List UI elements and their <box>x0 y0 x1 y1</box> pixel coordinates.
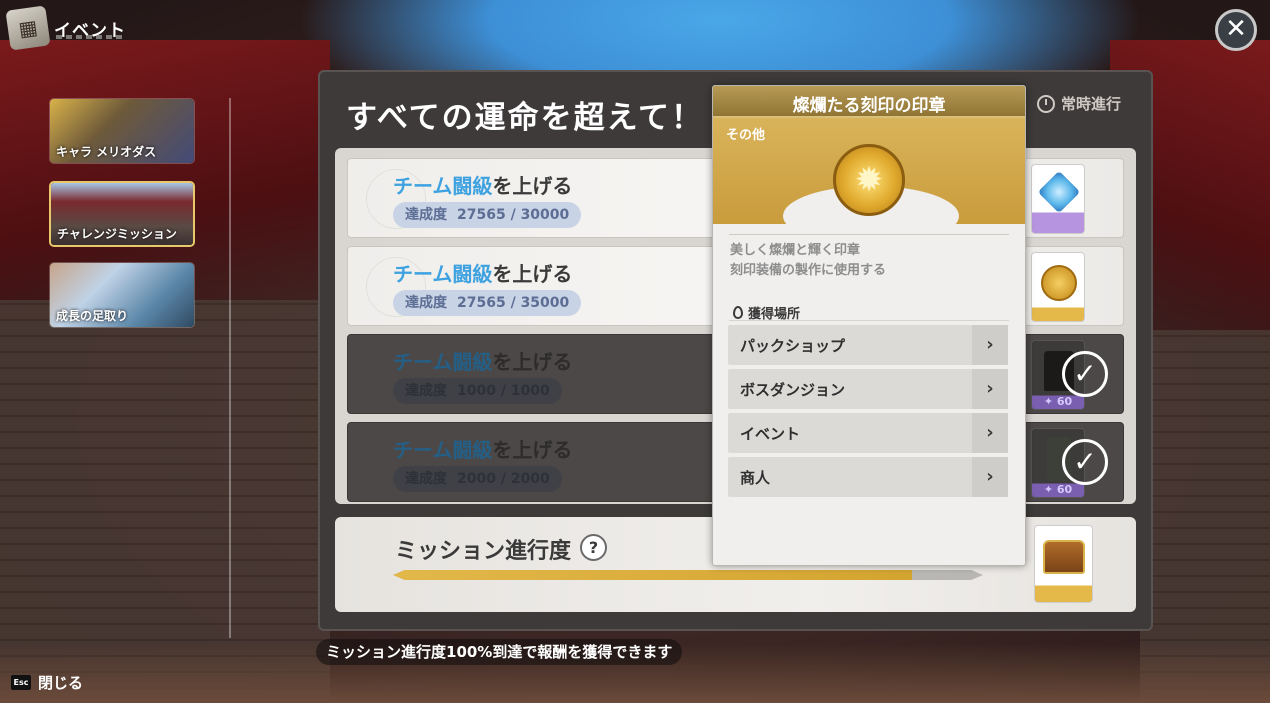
tab-character-meliodas[interactable]: キャラ メリオダス <box>49 98 195 164</box>
progress-value: 27565 / 30000 <box>457 207 570 223</box>
source-label: イベント <box>740 425 801 443</box>
reward-card[interactable] <box>1031 164 1085 234</box>
description-line: 刻印装備の製作に使用する <box>730 263 887 278</box>
seal-coin-icon <box>1041 265 1077 301</box>
chevron-right-icon: › <box>972 369 1008 409</box>
seal-coin-icon: ✹ <box>833 144 905 216</box>
tooltip-description: 美しく燦爛と輝く印章 刻印装備の製作に使用する <box>730 241 886 281</box>
mission-progress-pill: 達成度 2000 / 2000 <box>393 466 562 492</box>
tooltip-category: その他 <box>726 128 766 143</box>
reward-chest-card[interactable] <box>1034 525 1093 603</box>
source-event[interactable]: イベント › <box>728 413 1008 453</box>
esc-key-icon: Esc <box>11 675 31 690</box>
mission-title: チーム闘級を上げる <box>393 434 572 463</box>
close-button[interactable]: ✕ <box>1215 9 1257 51</box>
mission-progress-pill: 達成度 27565 / 30000 <box>393 202 582 228</box>
help-button[interactable]: ? <box>580 534 607 561</box>
tooltip-header: 燦爛たる刻印の印章 <box>713 86 1025 118</box>
divider <box>729 234 1009 235</box>
source-pack-shop[interactable]: パックショップ › <box>728 325 1008 365</box>
screen-subtitle-decoration <box>56 35 126 39</box>
progress-value: 27565 / 35000 <box>457 295 570 311</box>
screen-header: ▦ イベント <box>5 5 126 51</box>
mission-progress-pill: 達成度 1000 / 1000 <box>393 378 562 404</box>
description-line: 美しく燦爛と輝く印章 <box>730 243 861 258</box>
mission-title: チーム闘級を上げる <box>393 170 572 199</box>
mission-title-highlight: チーム闘級 <box>393 438 493 462</box>
source-boss-dungeon[interactable]: ボスダンジョン › <box>728 369 1008 409</box>
chevron-right-icon: › <box>972 413 1008 453</box>
reward-card[interactable] <box>1031 252 1085 322</box>
progress-label: 達成度 <box>405 383 447 399</box>
panel-title: すべての運命を超えて！ <box>346 100 705 136</box>
source-label: 商人 <box>740 469 771 487</box>
mission-progress-fill <box>393 570 913 580</box>
mission-progress-bar <box>393 570 983 580</box>
chevron-right-icon: › <box>972 457 1008 497</box>
source-label: ボスダンジョン <box>740 381 846 399</box>
reward-plus-value: ✦ 60 <box>1043 483 1073 496</box>
progress-label: 達成度 <box>405 207 447 223</box>
mission-title-highlight: チーム闘級 <box>393 350 493 374</box>
tab-divider-line <box>229 98 231 638</box>
always-active-text: 常時進行 <box>1061 95 1122 113</box>
tab-label: 成長の足取り <box>56 309 129 323</box>
mission-title-highlight: チーム闘級 <box>393 174 493 198</box>
mission-progress-title: ミッション進行度 <box>395 539 572 564</box>
tab-growth-footsteps[interactable]: 成長の足取り <box>49 262 195 328</box>
treasure-chest-icon <box>1043 540 1085 574</box>
mission-progress-pill: 達成度 27565 / 35000 <box>393 290 582 316</box>
mission-title-highlight: チーム闘級 <box>393 262 493 286</box>
event-icon: ▦ <box>5 5 51 51</box>
source-merchant[interactable]: 商人 › <box>728 457 1008 497</box>
checkmark-icon: ✓ <box>1062 439 1108 485</box>
always-active-label: 常時進行 <box>1037 93 1121 114</box>
close-label[interactable]: 閉じる <box>38 672 83 693</box>
mission-title-rest: を上げる <box>492 262 573 286</box>
location-pin-icon <box>733 306 743 319</box>
progress-value: 1000 / 1000 <box>457 383 550 399</box>
reward-hint: ミッション進行度100%到達で報酬を獲得できます <box>316 639 683 665</box>
tab-label: チャレンジミッション <box>57 227 177 241</box>
mission-title: チーム闘級を上げる <box>393 346 572 375</box>
progress-label: 達成度 <box>405 295 447 311</box>
progress-value: 2000 / 2000 <box>457 471 550 487</box>
reward-plus-value: ✦ 60 <box>1043 395 1073 408</box>
divider <box>729 320 1009 321</box>
stopwatch-icon <box>1037 94 1055 113</box>
mission-title-rest: を上げる <box>492 174 573 198</box>
tooltip-title: 燦爛たる刻印の印章 <box>792 96 946 116</box>
mission-title-rest: を上げる <box>492 350 573 374</box>
tab-label: キャラ メリオダス <box>56 145 157 159</box>
gem-icon <box>1037 170 1081 214</box>
checkmark-icon: ✓ <box>1062 351 1108 397</box>
progress-label: 達成度 <box>405 471 447 487</box>
tab-challenge-mission[interactable]: チャレンジミッション <box>49 181 195 247</box>
source-label: パックショップ <box>740 337 846 355</box>
mission-title-rest: を上げる <box>492 438 573 462</box>
mission-title: チーム闘級を上げる <box>393 258 572 287</box>
chevron-right-icon: › <box>972 325 1008 365</box>
item-tooltip: 燦爛たる刻印の印章 その他 ✹ 美しく燦爛と輝く印章 刻印装備の製作に使用する … <box>712 85 1026 566</box>
